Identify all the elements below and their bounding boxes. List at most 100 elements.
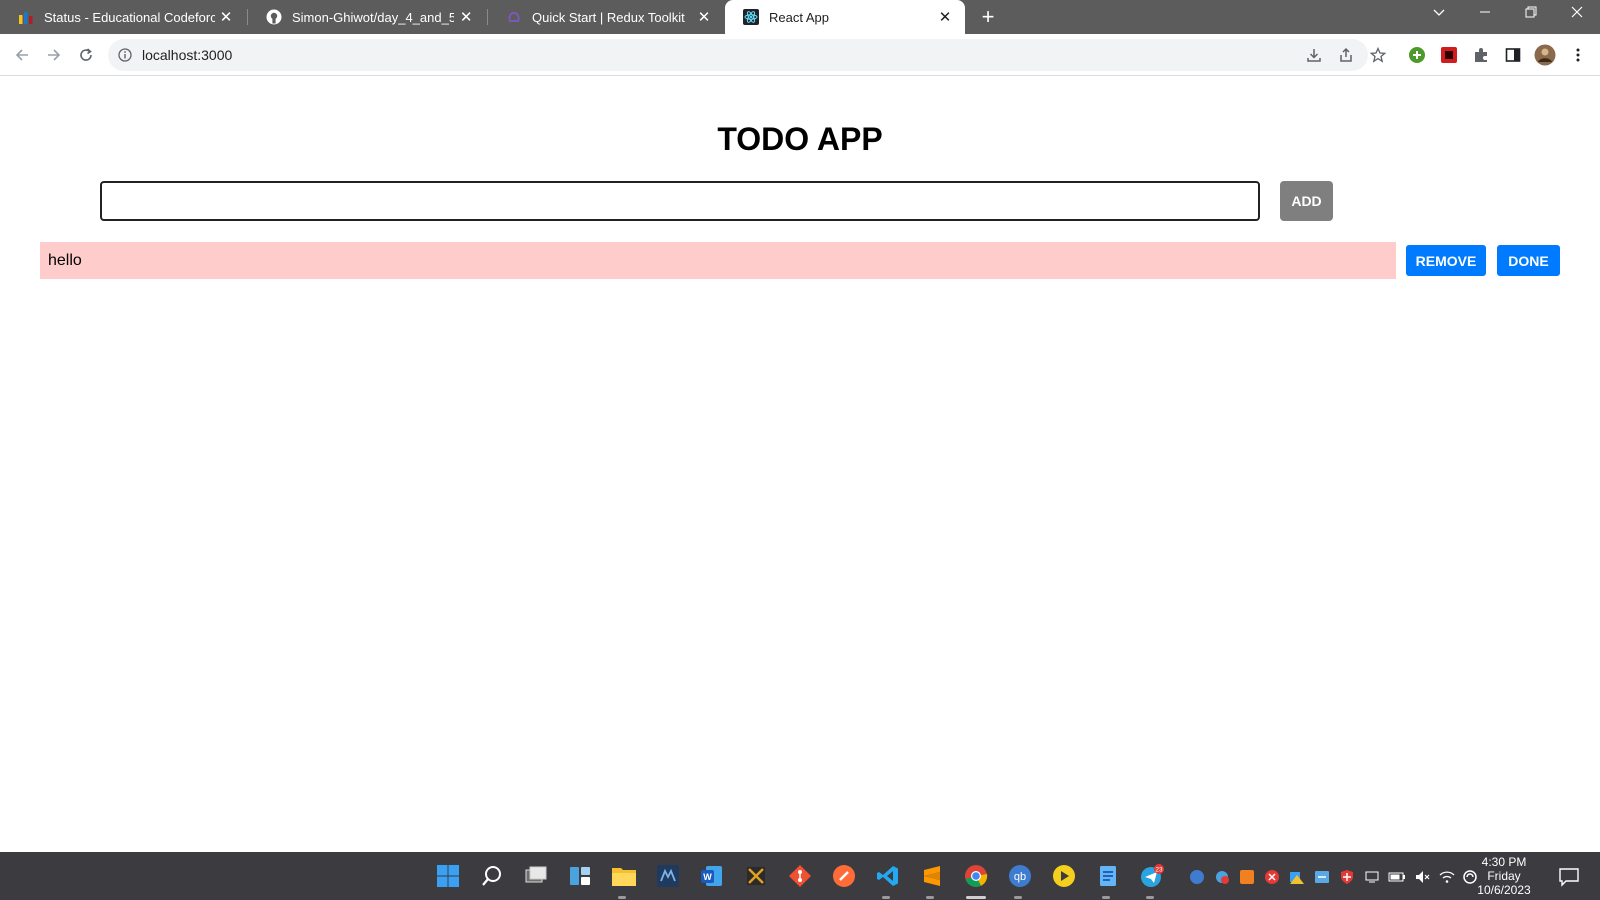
todo-item: hello — [40, 242, 1396, 279]
side-panel-button[interactable] — [1499, 41, 1527, 69]
notification-center-button[interactable] — [1558, 866, 1582, 890]
running-indicator — [1014, 896, 1022, 899]
minimize-button[interactable] — [1462, 0, 1508, 30]
tray-display-icon[interactable] — [1363, 868, 1381, 886]
avatar — [1534, 44, 1556, 66]
tray-orange-icon[interactable] — [1238, 868, 1256, 886]
tab-react-app[interactable]: React App ✕ — [725, 0, 965, 34]
reload-icon — [80, 48, 92, 61]
tray-app-icon[interactable] — [1213, 868, 1231, 886]
chevron-down-icon — [1433, 9, 1445, 16]
tab-github[interactable]: Simon-Ghiwot/day_4_and_5 ✕ — [248, 0, 486, 34]
close-icon[interactable]: ✕ — [933, 8, 957, 26]
tab-title: Status - Educational Codeforces — [44, 9, 215, 25]
react-icon — [743, 9, 759, 25]
share-button[interactable] — [1332, 41, 1360, 69]
window-close-button[interactable] — [1554, 0, 1600, 30]
puzzle-icon — [1475, 48, 1487, 62]
clock-day: Friday — [1487, 869, 1521, 883]
forward-button[interactable] — [40, 41, 68, 69]
done-button[interactable]: DONE — [1497, 245, 1560, 276]
extensions-button[interactable] — [1467, 41, 1495, 69]
wifi-icon[interactable] — [1438, 868, 1456, 886]
restore-icon — [1525, 6, 1537, 18]
remove-button[interactable]: REMOVE — [1406, 245, 1486, 276]
redux-icon — [506, 9, 522, 25]
running-indicator — [1102, 896, 1110, 899]
address-bar[interactable]: localhost:3000 — [108, 39, 1368, 71]
tray-network-icon[interactable] — [1313, 868, 1331, 886]
file-explorer-icon[interactable] — [608, 860, 640, 892]
media-player-icon[interactable] — [1048, 860, 1080, 892]
extension-green-button[interactable] — [1403, 41, 1431, 69]
running-indicator — [618, 896, 626, 899]
postman-icon[interactable] — [828, 860, 860, 892]
qbittorrent-icon[interactable]: qb — [1004, 860, 1036, 892]
notepad-icon[interactable] — [1092, 860, 1124, 892]
tab-codeforces[interactable]: Status - Educational Codeforces ✕ — [0, 0, 245, 34]
close-icon — [1571, 6, 1583, 18]
tab-search-button[interactable] — [1416, 0, 1462, 30]
share-icon — [1340, 47, 1352, 62]
clock-time: 4:30 PM — [1481, 855, 1527, 869]
menu-button[interactable] — [1564, 41, 1592, 69]
system-clock[interactable]: 4:30 PM Friday 10/6/2023 — [1464, 855, 1544, 897]
mysql-workbench-icon[interactable] — [652, 860, 684, 892]
star-icon — [1370, 47, 1386, 63]
windows-start-icon[interactable] — [432, 860, 464, 892]
todo-input[interactable] — [100, 181, 1260, 221]
widgets-icon[interactable] — [564, 860, 596, 892]
tray-warning-icon[interactable] — [1288, 868, 1306, 886]
page-title: TODO APP — [717, 121, 883, 157]
word-icon[interactable]: W — [696, 860, 728, 892]
volume-muted-icon[interactable] — [1413, 868, 1431, 886]
arrow-left-icon — [15, 49, 28, 61]
close-icon[interactable]: ✕ — [215, 8, 237, 26]
close-icon[interactable]: ✕ — [692, 8, 716, 26]
add-button[interactable]: ADD — [1280, 181, 1333, 221]
running-indicator — [926, 896, 934, 899]
download-icon — [1307, 49, 1321, 62]
plus-circle-icon — [1409, 47, 1425, 63]
page-content: TODO APP ADD hello REMOVE DONE — [0, 77, 1600, 851]
restore-button[interactable] — [1508, 0, 1554, 30]
telegram-badge: 23 — [1155, 867, 1163, 874]
svg-text:qb: qb — [1014, 871, 1026, 883]
minimize-icon — [1480, 11, 1490, 13]
git-icon[interactable] — [784, 860, 816, 892]
back-button[interactable] — [8, 41, 36, 69]
qbittorrent-tray-icon[interactable] — [1188, 868, 1206, 886]
install-button[interactable] — [1300, 41, 1328, 69]
tray-red-icon[interactable] — [1263, 868, 1281, 886]
search-icon[interactable] — [476, 860, 508, 892]
reload-button[interactable] — [72, 41, 100, 69]
vscode-icon[interactable] — [872, 860, 904, 892]
task-view-icon[interactable] — [520, 860, 552, 892]
notification-icon — [1559, 868, 1579, 887]
tab-redux[interactable]: Quick Start | Redux Toolkit ✕ — [488, 0, 724, 34]
browser-toolbar: localhost:3000 — [0, 34, 1600, 76]
sublime-text-icon[interactable] — [916, 860, 948, 892]
extension-red-button[interactable] — [1435, 41, 1463, 69]
battery-icon[interactable] — [1388, 868, 1406, 886]
tab-title: Simon-Ghiwot/day_4_and_5 — [292, 9, 455, 25]
new-tab-button[interactable]: + — [975, 4, 1001, 30]
tray-shield-icon[interactable] — [1338, 868, 1356, 886]
info-icon[interactable] — [116, 46, 134, 64]
clock-date: 10/6/2023 — [1477, 883, 1531, 897]
taskbar: W qb 23 4:30 PM Friday 10/6/2023 — [0, 852, 1600, 900]
tools-icon[interactable] — [740, 860, 772, 892]
tab-title: Quick Start | Redux Toolkit — [532, 9, 685, 25]
bookmark-button[interactable] — [1364, 41, 1392, 69]
close-icon[interactable]: ✕ — [454, 8, 478, 26]
svg-text:W: W — [703, 872, 712, 882]
github-icon — [266, 9, 282, 25]
telegram-icon[interactable]: 23 — [1136, 860, 1168, 892]
extension-red-icon — [1441, 47, 1457, 63]
codeforces-icon — [18, 9, 34, 25]
tab-strip: Status - Educational Codeforces ✕ Simon-… — [0, 0, 1600, 34]
arrow-right-icon — [48, 49, 61, 61]
active-indicator — [966, 896, 986, 899]
chrome-icon[interactable] — [960, 860, 992, 892]
profile-button[interactable] — [1531, 41, 1559, 69]
